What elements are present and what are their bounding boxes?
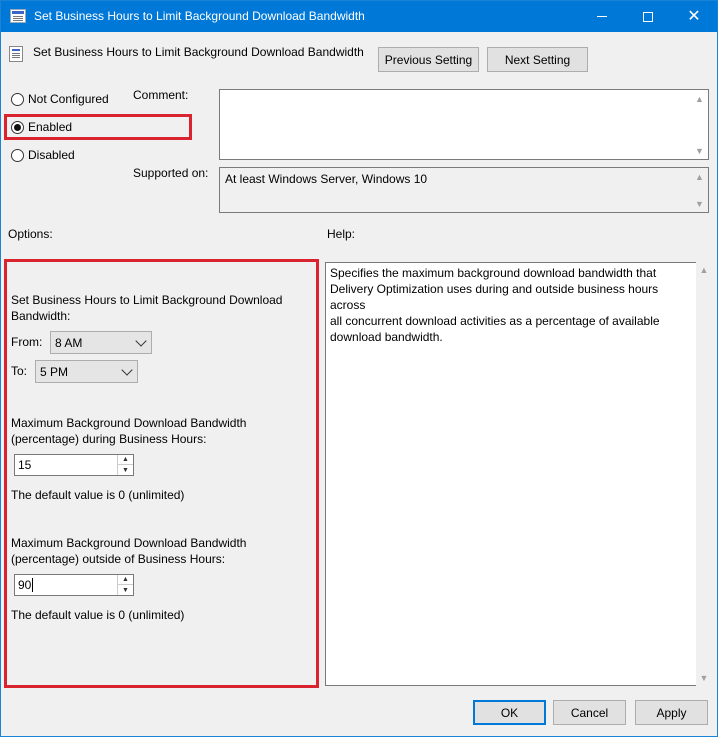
minimize-icon [597, 16, 607, 17]
options-highlight-box [4, 259, 319, 688]
scroll-up-icon[interactable]: ▲ [696, 262, 712, 278]
supported-scrollbar[interactable]: ▲ ▼ [691, 168, 708, 212]
help-scrollbar[interactable]: ▲ ▼ [696, 262, 712, 686]
radio-label: Disabled [28, 148, 75, 162]
title-bar[interactable]: Set Business Hours to Limit Background D… [1, 1, 717, 32]
maximize-button[interactable] [625, 1, 671, 32]
policy-dialog: Set Business Hours to Limit Background D… [0, 0, 718, 737]
window-title: Set Business Hours to Limit Background D… [34, 9, 365, 23]
comment-textarea[interactable]: ▲ ▼ [219, 89, 709, 160]
scroll-down-icon[interactable]: ▼ [696, 670, 712, 686]
cancel-button[interactable]: Cancel [553, 700, 626, 725]
radio-disabled[interactable]: Disabled [11, 148, 75, 162]
supported-on-label: Supported on: [133, 166, 209, 180]
policy-app-icon [10, 9, 26, 23]
next-setting-button[interactable]: Next Setting [487, 47, 588, 72]
comment-label: Comment: [133, 88, 189, 102]
scroll-up-icon[interactable]: ▲ [691, 90, 708, 107]
help-label: Help: [327, 227, 356, 241]
help-text: Specifies the maximum background downloa… [330, 266, 660, 344]
maximize-icon [643, 11, 653, 22]
ok-button[interactable]: OK [473, 700, 546, 725]
enabled-highlight-box [4, 114, 192, 140]
supported-on-field: At least Windows Server, Windows 10 ▲ ▼ [219, 167, 709, 213]
scroll-up-icon[interactable]: ▲ [691, 168, 708, 185]
radio-label: Not Configured [28, 92, 109, 106]
radio-circle[interactable] [11, 92, 24, 106]
close-button[interactable]: ✕ [671, 1, 717, 32]
minimize-button[interactable] [579, 1, 625, 32]
radio-not-configured[interactable]: Not Configured [11, 92, 109, 106]
close-icon: ✕ [687, 7, 701, 25]
supported-on-value: At least Windows Server, Windows 10 [225, 172, 428, 186]
comment-scrollbar[interactable]: ▲ ▼ [691, 90, 708, 159]
scroll-down-icon[interactable]: ▼ [691, 142, 708, 159]
help-panel: Specifies the maximum background downloa… [325, 262, 711, 686]
scroll-down-icon[interactable]: ▼ [691, 195, 708, 212]
previous-setting-button[interactable]: Previous Setting [378, 47, 479, 72]
setting-icon [9, 46, 23, 62]
options-label: Options: [8, 227, 53, 241]
setting-title: Set Business Hours to Limit Background D… [33, 45, 364, 59]
apply-button[interactable]: Apply [635, 700, 708, 725]
radio-circle[interactable] [11, 148, 24, 162]
